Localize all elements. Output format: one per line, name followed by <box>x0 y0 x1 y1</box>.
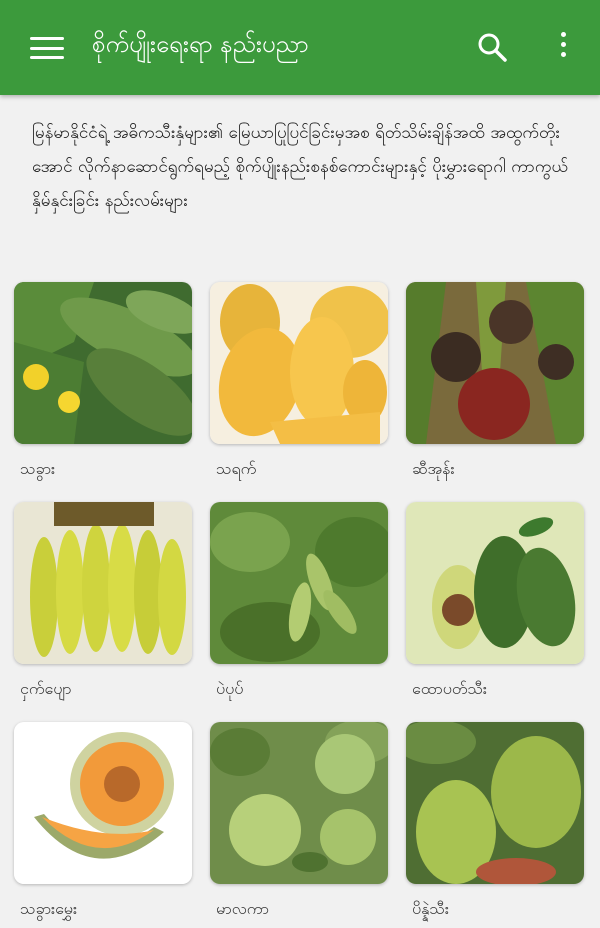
crop-label: သခွား <box>20 459 56 478</box>
crop-label: ဆီအုန်း <box>412 459 455 478</box>
melon-image <box>14 722 192 884</box>
search-icon[interactable] <box>476 31 510 65</box>
menu-icon[interactable] <box>30 37 64 59</box>
cucumber-image <box>14 282 192 444</box>
mango-image <box>210 282 388 444</box>
crop-card-banana[interactable]: ငှက်ပျော <box>14 502 194 702</box>
more-vert-icon[interactable] <box>556 32 570 66</box>
crop-card-melon[interactable]: သခွားမွှေး <box>14 722 194 922</box>
banana-image <box>14 502 192 664</box>
crop-card-soybean[interactable]: ပဲပုပ် <box>210 502 390 702</box>
crop-card-oil-palm[interactable]: ဆီအုန်း <box>406 282 586 482</box>
crop-label: ထောပတ်သီး <box>412 679 487 698</box>
guava-image <box>210 722 388 884</box>
crop-card-avocado[interactable]: ထောပတ်သီး <box>406 502 586 702</box>
crop-card-guava[interactable]: မာလကာ <box>210 722 390 922</box>
intro-text: မြန်မာနိုင်ငံရဲ့ အဓိကသီးနှံများ၏ မြေယာပြ… <box>32 123 569 211</box>
oil-palm-image <box>406 282 584 444</box>
crop-label: သရက် <box>216 459 257 478</box>
soybean-image <box>210 502 388 664</box>
crop-card-mango[interactable]: သရက် <box>210 282 390 482</box>
crop-label: ပဲပုပ် <box>216 679 244 698</box>
app-bar: စိုက်ပျိုးရေးရာ နည်းပညာ <box>0 0 600 95</box>
crop-label: မာလကာ <box>216 899 269 918</box>
avocado-image <box>406 502 584 664</box>
jackfruit-image <box>406 722 584 884</box>
app-title: စိုက်ပျိုးရေးရာ နည်းပညာ <box>92 30 309 58</box>
crop-label: ငှက်ပျော <box>20 679 72 698</box>
crop-label: ပိန္နဲသီး <box>412 899 449 918</box>
crop-card-jackfruit[interactable]: ပိန္နဲသီး <box>406 722 586 922</box>
crop-card-cucumber[interactable]: သခွား <box>14 282 194 482</box>
crop-label: သခွားမွှေး <box>20 899 77 918</box>
